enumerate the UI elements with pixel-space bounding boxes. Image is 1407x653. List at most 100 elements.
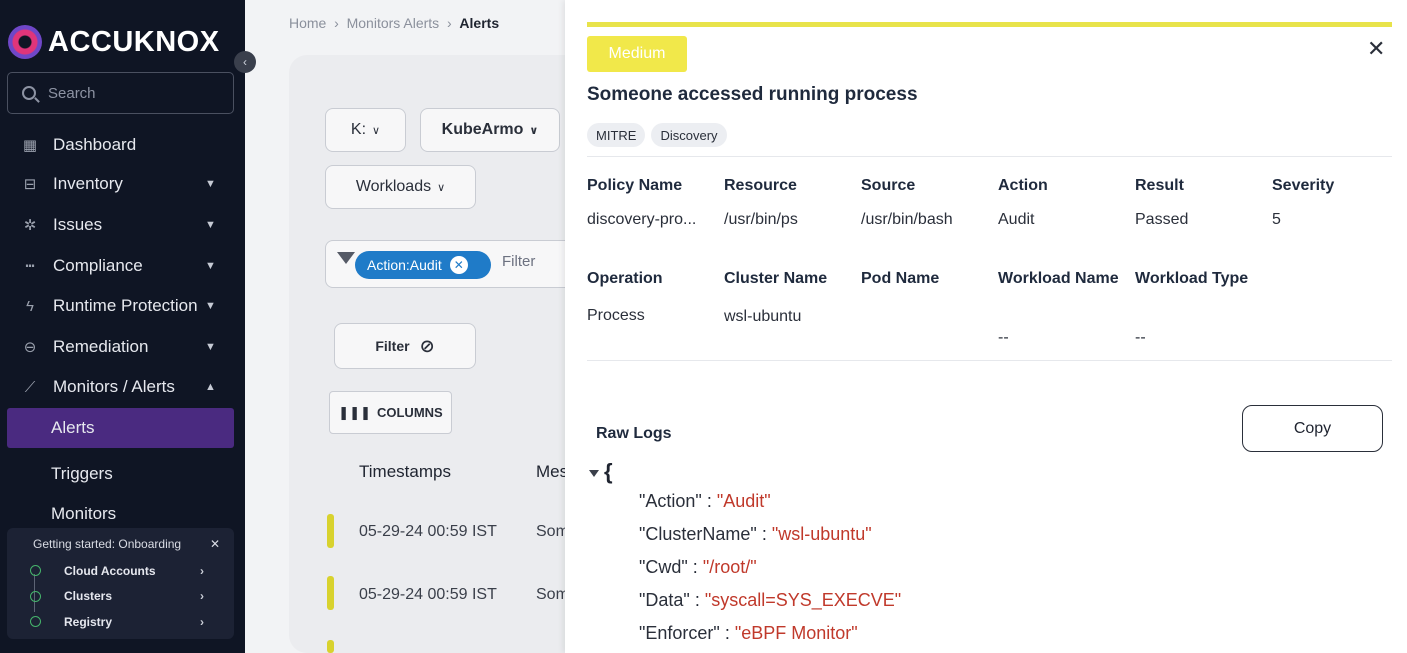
sidebar-item-remediation[interactable]: ⊖ Remediation ▼ xyxy=(0,328,245,366)
table-header-message[interactable]: Mes xyxy=(536,462,568,482)
cluster-select[interactable]: K: ∨ xyxy=(325,108,406,152)
onboarding-item-label: Clusters xyxy=(64,589,113,604)
columns-button-label: COLUMNS xyxy=(376,405,443,420)
logo-text: ACCUKNOX xyxy=(48,25,220,58)
filter-input[interactable]: Filter xyxy=(502,253,535,270)
sidebar-item-label: Compliance xyxy=(53,256,143,275)
json-value: "eBPF Monitor" xyxy=(734,623,858,643)
filter-toggle-button[interactable]: Filter ⊘ xyxy=(334,323,476,369)
breadcrumb: Home › Monitors Alerts › Alerts xyxy=(289,15,499,31)
sidebar-item-monitors-alerts[interactable]: ⟋ Monitors / Alerts ▲ xyxy=(0,368,245,406)
onboarding-item-registry[interactable]: Registry › xyxy=(30,609,222,635)
workloads-select-value: Workloads xyxy=(355,178,432,195)
accuknox-logo[interactable]: ACCUKNOX xyxy=(8,22,220,62)
table-header-timestamps[interactable]: Timestamps xyxy=(359,462,451,482)
sidebar: ACCUKNOX Search ▦ Dashboard ⊟ Inventory … xyxy=(0,0,245,653)
chevron-down-icon: ▼ xyxy=(205,260,216,272)
search-input[interactable]: Search xyxy=(7,72,234,114)
table-cell-message[interactable]: Som xyxy=(536,523,569,541)
check-circle-icon xyxy=(30,565,41,577)
field-value-source: /usr/bin/bash xyxy=(861,211,953,228)
json-open-brace: { xyxy=(604,459,613,484)
compliance-icon: ┅ xyxy=(25,258,35,275)
json-root[interactable]: { xyxy=(589,459,613,485)
source-select[interactable]: KubeArmo ∨ xyxy=(420,108,560,152)
field-header-workload-type: Workload Type xyxy=(1135,270,1249,287)
json-key: "Enforcer" xyxy=(639,623,720,643)
sidebar-item-compliance[interactable]: ┅ Compliance ▼ xyxy=(0,247,245,285)
chevron-down-icon: ▼ xyxy=(205,341,216,353)
table-cell-timestamp[interactable]: 05-29-24 00:59 IST xyxy=(359,523,497,541)
tag-mitre: MITRE xyxy=(587,123,646,147)
divider xyxy=(587,156,1392,157)
json-key: "Action" xyxy=(639,491,702,511)
sidebar-subitem-alerts[interactable]: Alerts xyxy=(7,408,234,448)
lightning-icon: ϟ xyxy=(26,297,34,315)
field-header-result: Result xyxy=(1135,177,1184,194)
copy-button[interactable]: Copy xyxy=(1242,405,1383,452)
onboarding-item-label: Registry xyxy=(64,614,113,629)
field-header-workload-name: Workload Name xyxy=(998,270,1119,287)
severity-indicator xyxy=(327,640,334,653)
sidebar-subitem-monitors[interactable]: Monitors xyxy=(7,500,234,524)
onboarding-item-clusters[interactable]: Clusters › xyxy=(30,584,222,610)
chevron-up-icon: ▲ xyxy=(205,381,216,393)
sidebar-item-dashboard[interactable]: ▦ Dashboard xyxy=(0,126,245,164)
dashboard-icon: ▦ xyxy=(22,137,38,154)
field-value-workload-type: -- xyxy=(1135,329,1146,346)
alert-detail-panel: Medium ✕ Someone accessed running proces… xyxy=(565,0,1407,653)
breadcrumb-separator: › xyxy=(443,15,460,31)
chevron-down-icon: ∨ xyxy=(529,124,539,137)
sidebar-item-runtime-protection[interactable]: ϟ Runtime Protection ▼ xyxy=(0,287,245,325)
field-value-policy-name: discovery-pro... xyxy=(587,211,697,228)
table-cell-timestamp[interactable]: 05-29-24 00:59 IST xyxy=(359,586,497,604)
breadcrumb-home[interactable]: Home xyxy=(289,15,326,31)
json-value: "wsl-ubuntu" xyxy=(771,524,872,544)
sidebar-subitem-triggers[interactable]: Triggers xyxy=(7,454,234,494)
close-icon[interactable]: ✕ xyxy=(1367,36,1385,62)
chevron-right-icon: › xyxy=(200,589,204,604)
check-circle-icon xyxy=(30,616,41,628)
severity-indicator xyxy=(327,576,334,610)
table-cell-message[interactable]: Som xyxy=(536,586,569,604)
sidebar-item-label: Inventory xyxy=(53,174,123,193)
bug-icon: ✲ xyxy=(23,217,37,234)
tag-discovery: Discovery xyxy=(651,123,727,147)
chevron-right-icon: › xyxy=(200,614,204,629)
json-entry: "Data" : "syscall=SYS_EXECVE" xyxy=(639,590,902,610)
workloads-select[interactable]: Workloads ∨ xyxy=(325,165,476,209)
inventory-icon: ⊟ xyxy=(23,176,37,193)
remove-chip-icon[interactable]: ✕ xyxy=(449,256,468,274)
field-value-result: Passed xyxy=(1135,211,1189,228)
accuknox-logo-icon xyxy=(8,25,42,59)
severity-color-bar xyxy=(587,22,1392,27)
field-header-pod-name: Pod Name xyxy=(861,270,940,287)
filter-chip-label: Action:Audit xyxy=(367,257,442,273)
sidebar-item-label: Dashboard xyxy=(53,135,137,154)
field-header-action: Action xyxy=(998,177,1048,194)
field-header-operation: Operation xyxy=(587,270,663,287)
columns-button[interactable]: ❚❚❚ COLUMNS xyxy=(329,391,452,434)
alert-fields-row-2: Operation Cluster Name Pod Name Workload… xyxy=(587,268,1407,290)
search-placeholder: Search xyxy=(48,84,96,102)
divider xyxy=(587,360,1392,361)
onboarding-item-cloud-accounts[interactable]: Cloud Accounts › xyxy=(30,558,222,584)
sidebar-item-label: Issues xyxy=(53,215,103,234)
funnel-icon[interactable] xyxy=(337,252,355,264)
sidebar-item-inventory[interactable]: ⊟ Inventory ▼ xyxy=(0,165,245,203)
json-value: "Audit" xyxy=(716,491,771,511)
collapse-sidebar-button[interactable]: ‹ xyxy=(234,51,256,73)
close-icon[interactable]: ✕ xyxy=(210,537,220,551)
json-value: "syscall=SYS_EXECVE" xyxy=(704,590,902,610)
sidebar-item-issues[interactable]: ✲ Issues ▼ xyxy=(0,206,245,244)
filter-chip-action-audit[interactable]: Action:Audit ✕ xyxy=(355,251,491,279)
json-key: "ClusterName" xyxy=(639,524,757,544)
json-entry: "ClusterName" : "wsl-ubuntu" xyxy=(639,524,872,544)
alert-fields-row-1: Policy Name Resource Source Action Resul… xyxy=(587,175,1407,229)
onboarding-item-label: Cloud Accounts xyxy=(64,563,156,578)
breadcrumb-parent[interactable]: Monitors Alerts xyxy=(347,15,440,31)
field-value-action: Audit xyxy=(998,211,1035,228)
collapse-triangle-icon[interactable] xyxy=(589,469,599,477)
tag-list: MITRE Discovery xyxy=(587,123,727,147)
field-header-policy-name: Policy Name xyxy=(587,177,683,194)
